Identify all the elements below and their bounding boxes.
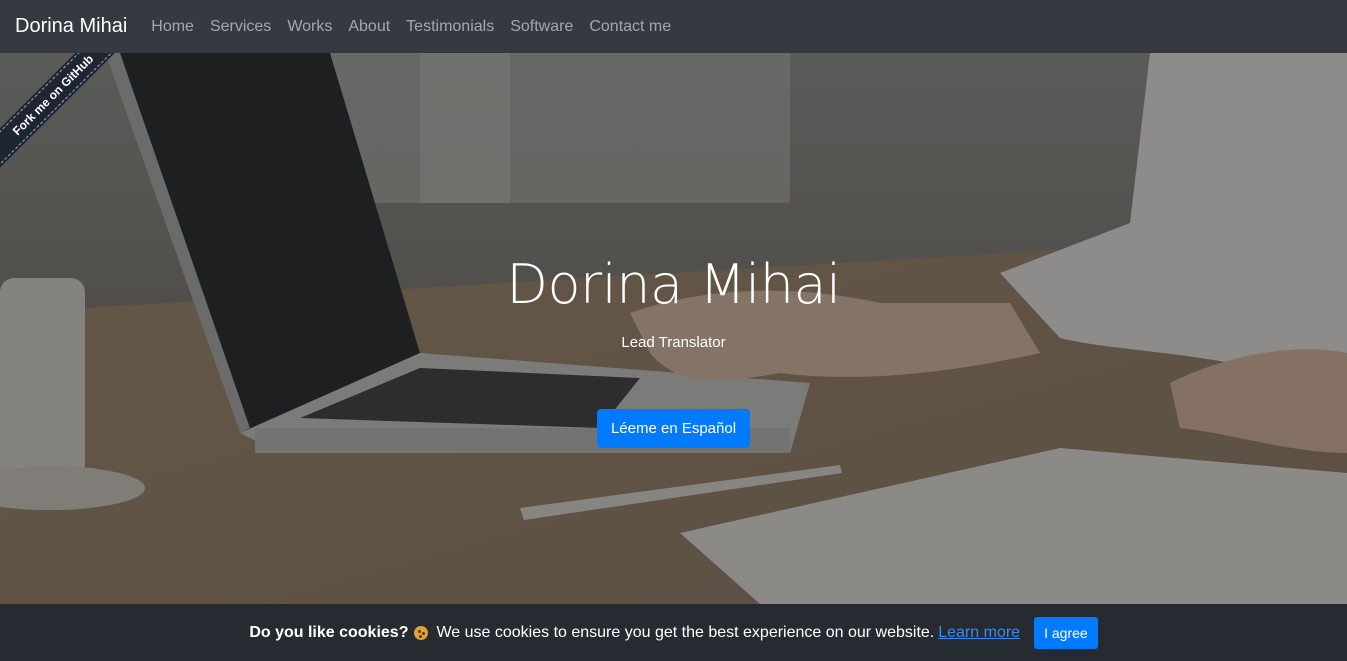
github-ribbon[interactable]: Fork me on GitHub [0,53,130,183]
nav-services[interactable]: Services [202,18,279,36]
nav-software[interactable]: Software [502,18,581,36]
cookie-message: We use cookies to ensure you get the bes… [436,623,935,641]
github-ribbon-label[interactable]: Fork me on GitHub [0,53,130,175]
cookie-consent-bar: Do you like cookies? We use cookies to e… [0,604,1347,661]
brand-link[interactable]: Dorina Mihai [15,15,127,38]
hero-subtitle: Lead Translator [621,334,726,351]
spanish-version-button[interactable]: Léeme en Español [596,409,751,448]
hero-title: Dorina Mihai [506,253,841,316]
learn-more-link[interactable]: Learn more [938,624,1020,642]
agree-button[interactable]: I agree [1034,616,1098,649]
cookie-icon [414,625,429,640]
nav-contact[interactable]: Contact me [581,18,679,36]
hero-content: Dorina Mihai Lead Translator Léeme en Es… [0,253,1347,448]
cookie-question: Do you like cookies? [249,623,409,641]
nav-testimonials[interactable]: Testimonials [398,18,502,36]
hero-section: Dorina Mihai Lead Translator Léeme en Es… [0,53,1347,604]
navbar: Dorina Mihai Home Services Works About T… [0,0,1347,53]
nav-works[interactable]: Works [279,18,340,36]
nav-home[interactable]: Home [143,18,202,36]
nav-about[interactable]: About [340,18,398,36]
